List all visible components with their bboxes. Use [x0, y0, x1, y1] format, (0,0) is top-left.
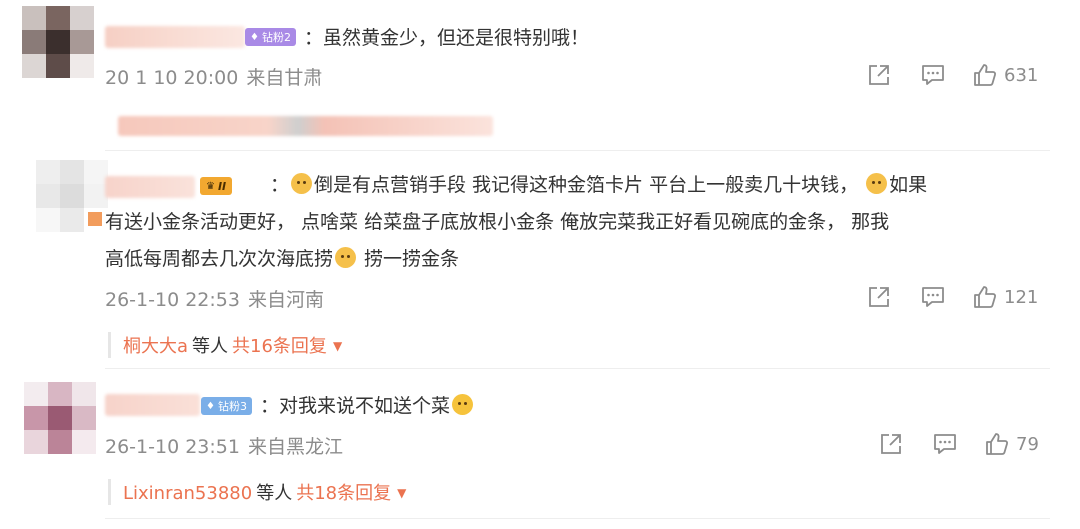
like-count: 121 — [1004, 286, 1039, 308]
thumbs-up-icon — [974, 64, 997, 86]
caret-down-icon[interactable]: ▼ — [333, 339, 342, 353]
reply-names[interactable]: Lixinran53880 — [123, 483, 252, 504]
doge-emoji-icon — [866, 173, 888, 194]
username-blurred[interactable] — [105, 26, 245, 48]
comment-actions: 631 — [866, 62, 1038, 88]
timestamp: 26-1-10 22:53 — [105, 289, 240, 311]
location: 来自河南 — [247, 289, 324, 311]
doge-emoji-icon — [335, 247, 357, 268]
avatar[interactable] — [36, 160, 108, 232]
like-button[interactable]: 121 — [972, 284, 1038, 310]
doge-emoji-icon — [291, 173, 313, 194]
timestamp: 26-1-10 23:51 — [105, 436, 240, 458]
location: 来自甘肃 — [246, 67, 323, 89]
username-blurred[interactable] — [105, 394, 200, 416]
comment-text: 有送小金条活动更好， 点啥菜 给菜盘子底放根小金条 俺放完菜我正好看见碗底的金条… — [105, 211, 890, 233]
share-button[interactable] — [866, 62, 892, 88]
caret-down-icon[interactable]: ▼ — [397, 486, 406, 500]
comment-button[interactable] — [932, 431, 958, 457]
divider — [105, 150, 1050, 151]
share-button[interactable] — [866, 284, 892, 310]
thumbs-up-icon — [986, 433, 1009, 455]
comment-button[interactable] — [920, 284, 946, 310]
timestamp: 20 1 10 20:00 — [105, 67, 239, 89]
comment-list: ♦ 钻粉2 ：虽然黄金少，但还是很特别哦！ 20 1 10 20:00 来自甘肃 … — [0, 0, 1080, 529]
reply-total[interactable]: 共16条回复 — [232, 336, 327, 357]
like-count: 631 — [1004, 64, 1039, 86]
comment-text: 高低每周都去几次次海底捞 捞一捞金条 — [105, 247, 460, 270]
crown-icon: ♛ — [206, 180, 215, 192]
vip-badge: ♛ II — [200, 177, 233, 195]
share-icon — [869, 65, 889, 85]
like-count: 79 — [1016, 433, 1039, 455]
share-icon — [869, 287, 889, 307]
avatar[interactable] — [22, 6, 94, 78]
comment-actions: 121 — [866, 284, 1038, 310]
like-button[interactable]: 79 — [984, 431, 1039, 457]
comment-button[interactable] — [920, 62, 946, 88]
share-button[interactable] — [878, 431, 904, 457]
thumbs-up-icon — [974, 286, 997, 308]
username-blurred[interactable] — [105, 176, 195, 198]
reply-total[interactable]: 共18条回复 — [296, 483, 391, 504]
comment-meta: 20 1 10 20:00 来自甘肃 — [105, 63, 322, 90]
diamond-icon: ♦ — [206, 400, 215, 412]
comment-meta: 26-1-10 23:51 来自黑龙江 — [105, 432, 343, 459]
comment-text: ：对我来说不如送个菜 — [260, 387, 475, 425]
share-icon — [881, 434, 901, 454]
fan-badge: ♦ 钻粉3 — [201, 397, 252, 415]
divider — [105, 368, 1050, 369]
comment-actions: 79 — [878, 431, 1039, 457]
divider — [105, 518, 1050, 519]
avatar[interactable] — [24, 382, 96, 454]
fan-badge: ♦ 钻粉2 — [245, 28, 296, 46]
comment-text: ：倒是有点营销手段 我记得这种金箔卡片 平台上一般卖几十块钱， 如果 — [270, 173, 928, 196]
laugh-emoji-icon — [452, 394, 474, 415]
comment-icon — [934, 434, 956, 454]
blurred-content — [118, 116, 493, 136]
comment-meta: 26-1-10 22:53 来自河南 — [105, 285, 324, 312]
location: 来自黑龙江 — [247, 436, 343, 458]
like-button[interactable]: 631 — [972, 62, 1038, 88]
reply-names[interactable]: 桐大大a — [123, 336, 188, 357]
comment-text: ：虽然黄金少，但还是很特别哦！ — [304, 27, 590, 49]
reply-summary[interactable]: 桐大大a 等人 共16条回复 ▼ — [108, 332, 342, 358]
comment-icon — [922, 65, 944, 85]
reply-summary[interactable]: Lixinran53880 等人 共18条回复 ▼ — [108, 479, 406, 505]
comment-icon — [922, 287, 944, 307]
diamond-icon: ♦ — [250, 31, 259, 43]
